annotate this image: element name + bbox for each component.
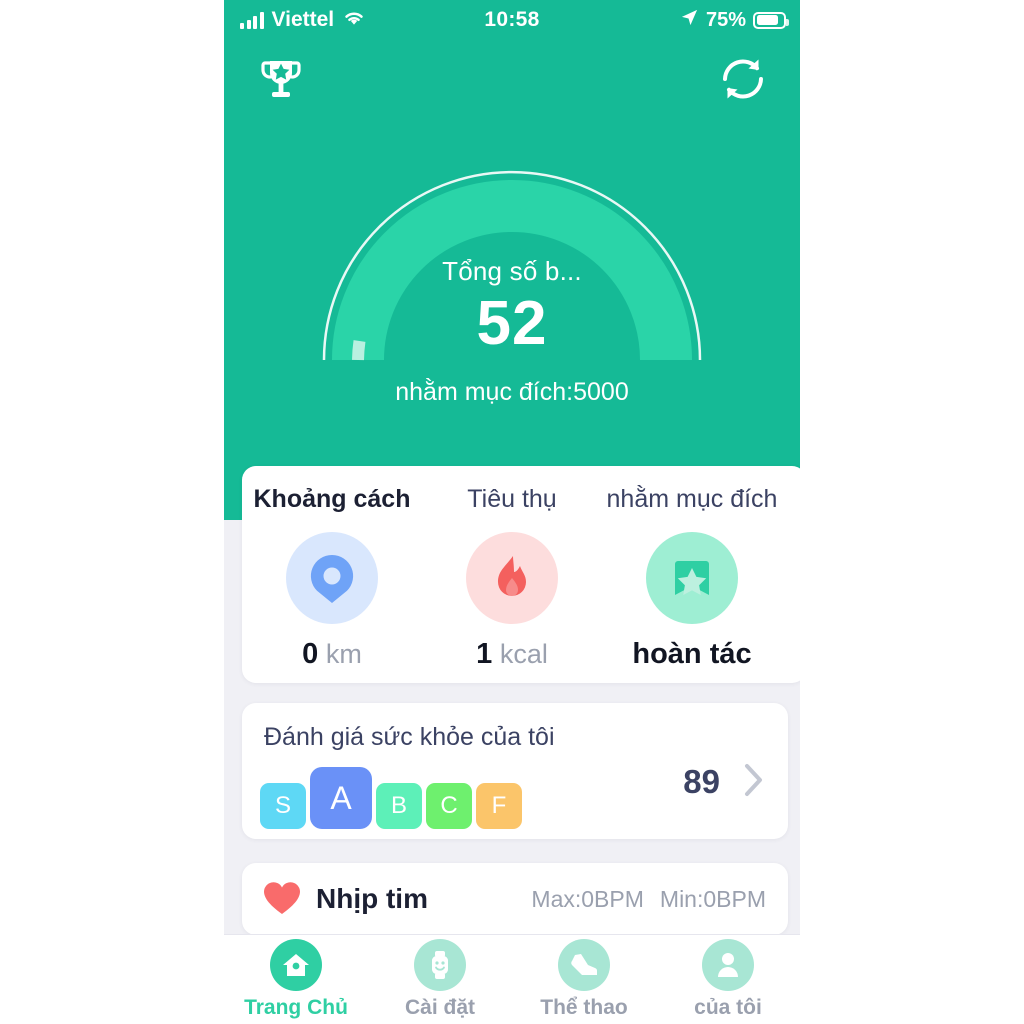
bottom-navigation: Trang Chủ Cài đặt Thể thao của tôi — [224, 934, 800, 1024]
health-rating-title: Đánh giá sức khỏe của tôi — [264, 723, 555, 751]
chevron-right-icon[interactable] — [742, 761, 766, 799]
stats-body-row: 0 km 1 kcal hoàn tác — [242, 532, 800, 671]
nav-item-profile[interactable]: của tôi — [656, 939, 800, 1020]
grade-badge-c[interactable]: C — [426, 783, 472, 829]
stat-goal-value: hoàn tác — [632, 638, 752, 670]
location-arrow-icon — [680, 8, 699, 33]
flame-icon — [466, 532, 558, 624]
app-screenshot: Viettel 10:58 75% Tổng số b... 52 nhằm m… — [0, 0, 1024, 1024]
badge-star-icon — [646, 532, 738, 624]
header-icon-row — [224, 46, 800, 116]
nav-item-settings[interactable]: Cài đặt — [368, 939, 512, 1020]
nav-item-home[interactable]: Trang Chủ — [224, 939, 368, 1020]
gauge-text-block: Tổng số b... 52 — [312, 256, 712, 356]
nav-label-settings: Cài đặt — [404, 996, 475, 1019]
heart-rate-min: Min:0BPM — [659, 885, 766, 912]
nav-label-home: Trang Chủ — [244, 996, 348, 1019]
stat-distance-unit: km — [325, 639, 362, 669]
health-rating-card[interactable]: Đánh giá sức khỏe của tôi S A B C F 89 — [242, 703, 788, 839]
stat-calories-unit: kcal — [499, 639, 548, 669]
sync-refresh-icon[interactable] — [714, 50, 772, 108]
stat-distance-number: 0 — [302, 638, 319, 670]
header-panel: Viettel 10:58 75% Tổng số b... 52 nhằm m… — [224, 0, 800, 520]
shoe-icon — [558, 939, 610, 991]
stat-goal[interactable]: hoàn tác — [602, 532, 782, 671]
heart-rate-label: Nhịp tim — [316, 883, 428, 914]
gauge-label: Tổng số b... — [442, 256, 582, 286]
phone-screen: Viettel 10:58 75% Tổng số b... 52 nhằm m… — [224, 0, 800, 1024]
trophy-icon[interactable] — [252, 50, 310, 108]
grade-badge-f[interactable]: F — [476, 783, 522, 829]
nav-label-profile: của tôi — [694, 996, 762, 1019]
stat-header-distance: Khoảng cách — [253, 484, 411, 513]
health-score: 89 — [683, 763, 720, 800]
heart-rate-card[interactable]: Nhịp tim Max:0BPM Min:0BPM — [242, 863, 788, 935]
battery-icon — [753, 11, 789, 29]
stat-distance-value: 0 km — [302, 638, 362, 671]
nav-label-sport: Thể thao — [540, 996, 628, 1019]
stats-header-row: Khoảng cách Tiêu thụ nhằm mục đích — [242, 466, 800, 532]
status-bar: Viettel 10:58 75% — [224, 0, 800, 40]
stat-calories-number: 1 — [476, 638, 493, 670]
stat-distance[interactable]: 0 km — [242, 532, 422, 671]
health-grade-list: S A B C F — [260, 767, 522, 829]
location-pin-icon — [286, 532, 378, 624]
stats-card: Khoảng cách Tiêu thụ nhằm mục đích 0 km — [242, 466, 800, 683]
gauge-value: 52 — [476, 289, 548, 358]
stat-header-goal: nhằm mục đích — [606, 484, 778, 513]
heart-rate-max: Max:0BPM — [531, 885, 644, 912]
person-icon — [702, 939, 754, 991]
heart-rate-stats: Max:0BPM Min:0BPM — [531, 886, 766, 913]
heart-icon — [262, 879, 302, 919]
smartwatch-icon — [414, 939, 466, 991]
battery-percent-label: 75% — [705, 8, 746, 31]
home-icon — [270, 939, 322, 991]
gauge-goal-label: nhằm mục đích:5000 — [395, 378, 629, 406]
steps-gauge: Tổng số b... 52 — [312, 160, 712, 370]
grade-badge-b[interactable]: B — [376, 783, 422, 829]
status-bar-right: 75% — [680, 8, 789, 33]
grade-badge-a[interactable]: A — [310, 767, 372, 829]
stat-calories-value: 1 kcal — [476, 638, 548, 671]
nav-item-sport[interactable]: Thể thao — [512, 939, 656, 1020]
stat-calories[interactable]: 1 kcal — [422, 532, 602, 671]
stat-header-calories: Tiêu thụ — [467, 484, 557, 513]
grade-badge-s[interactable]: S — [260, 783, 306, 829]
